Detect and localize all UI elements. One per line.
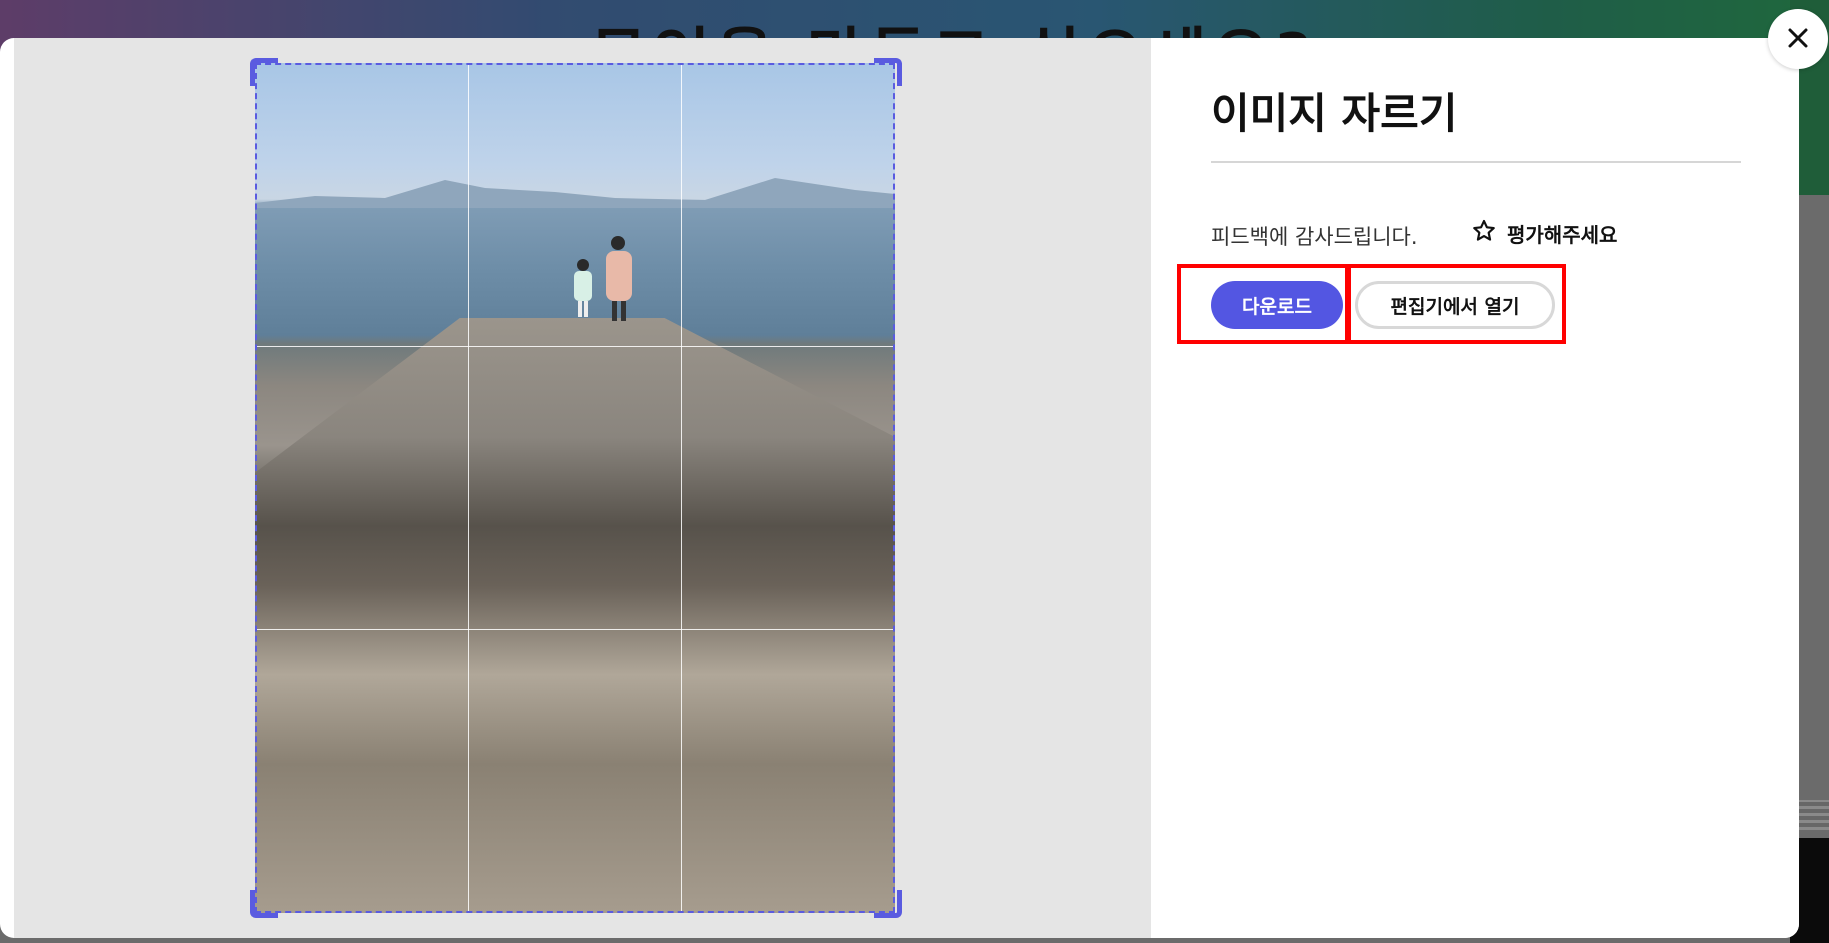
rate-button[interactable]: 평가해주세요 [1471,218,1617,248]
crop-handle-top-right[interactable] [874,58,902,86]
highlight-box-editor [1347,264,1566,344]
crop-handle-bottom-right[interactable] [874,890,902,918]
side-panel: 이미지 자르기 피드백에 감사드립니다. 평가해주세요 다운로드 편집기에서 열… [1151,38,1799,938]
crop-handle-top-left[interactable] [250,58,278,86]
rate-label: 평가해주세요 [1507,222,1618,247]
close-icon [1786,26,1810,53]
close-button[interactable] [1768,9,1828,69]
highlight-box-download [1177,264,1349,344]
crop-handle-bottom-left[interactable] [250,890,278,918]
dialog-title: 이미지 자르기 [1211,89,1458,138]
crop-frame[interactable] [255,63,895,913]
feedback-thanks-text: 피드백에 감사드립니다. [1211,225,1418,249]
divider [1211,161,1741,163]
star-outline-icon [1471,218,1497,248]
crop-stage [14,38,1151,938]
crop-image-dialog: 이미지 자르기 피드백에 감사드립니다. 평가해주세요 다운로드 편집기에서 열… [0,38,1799,938]
